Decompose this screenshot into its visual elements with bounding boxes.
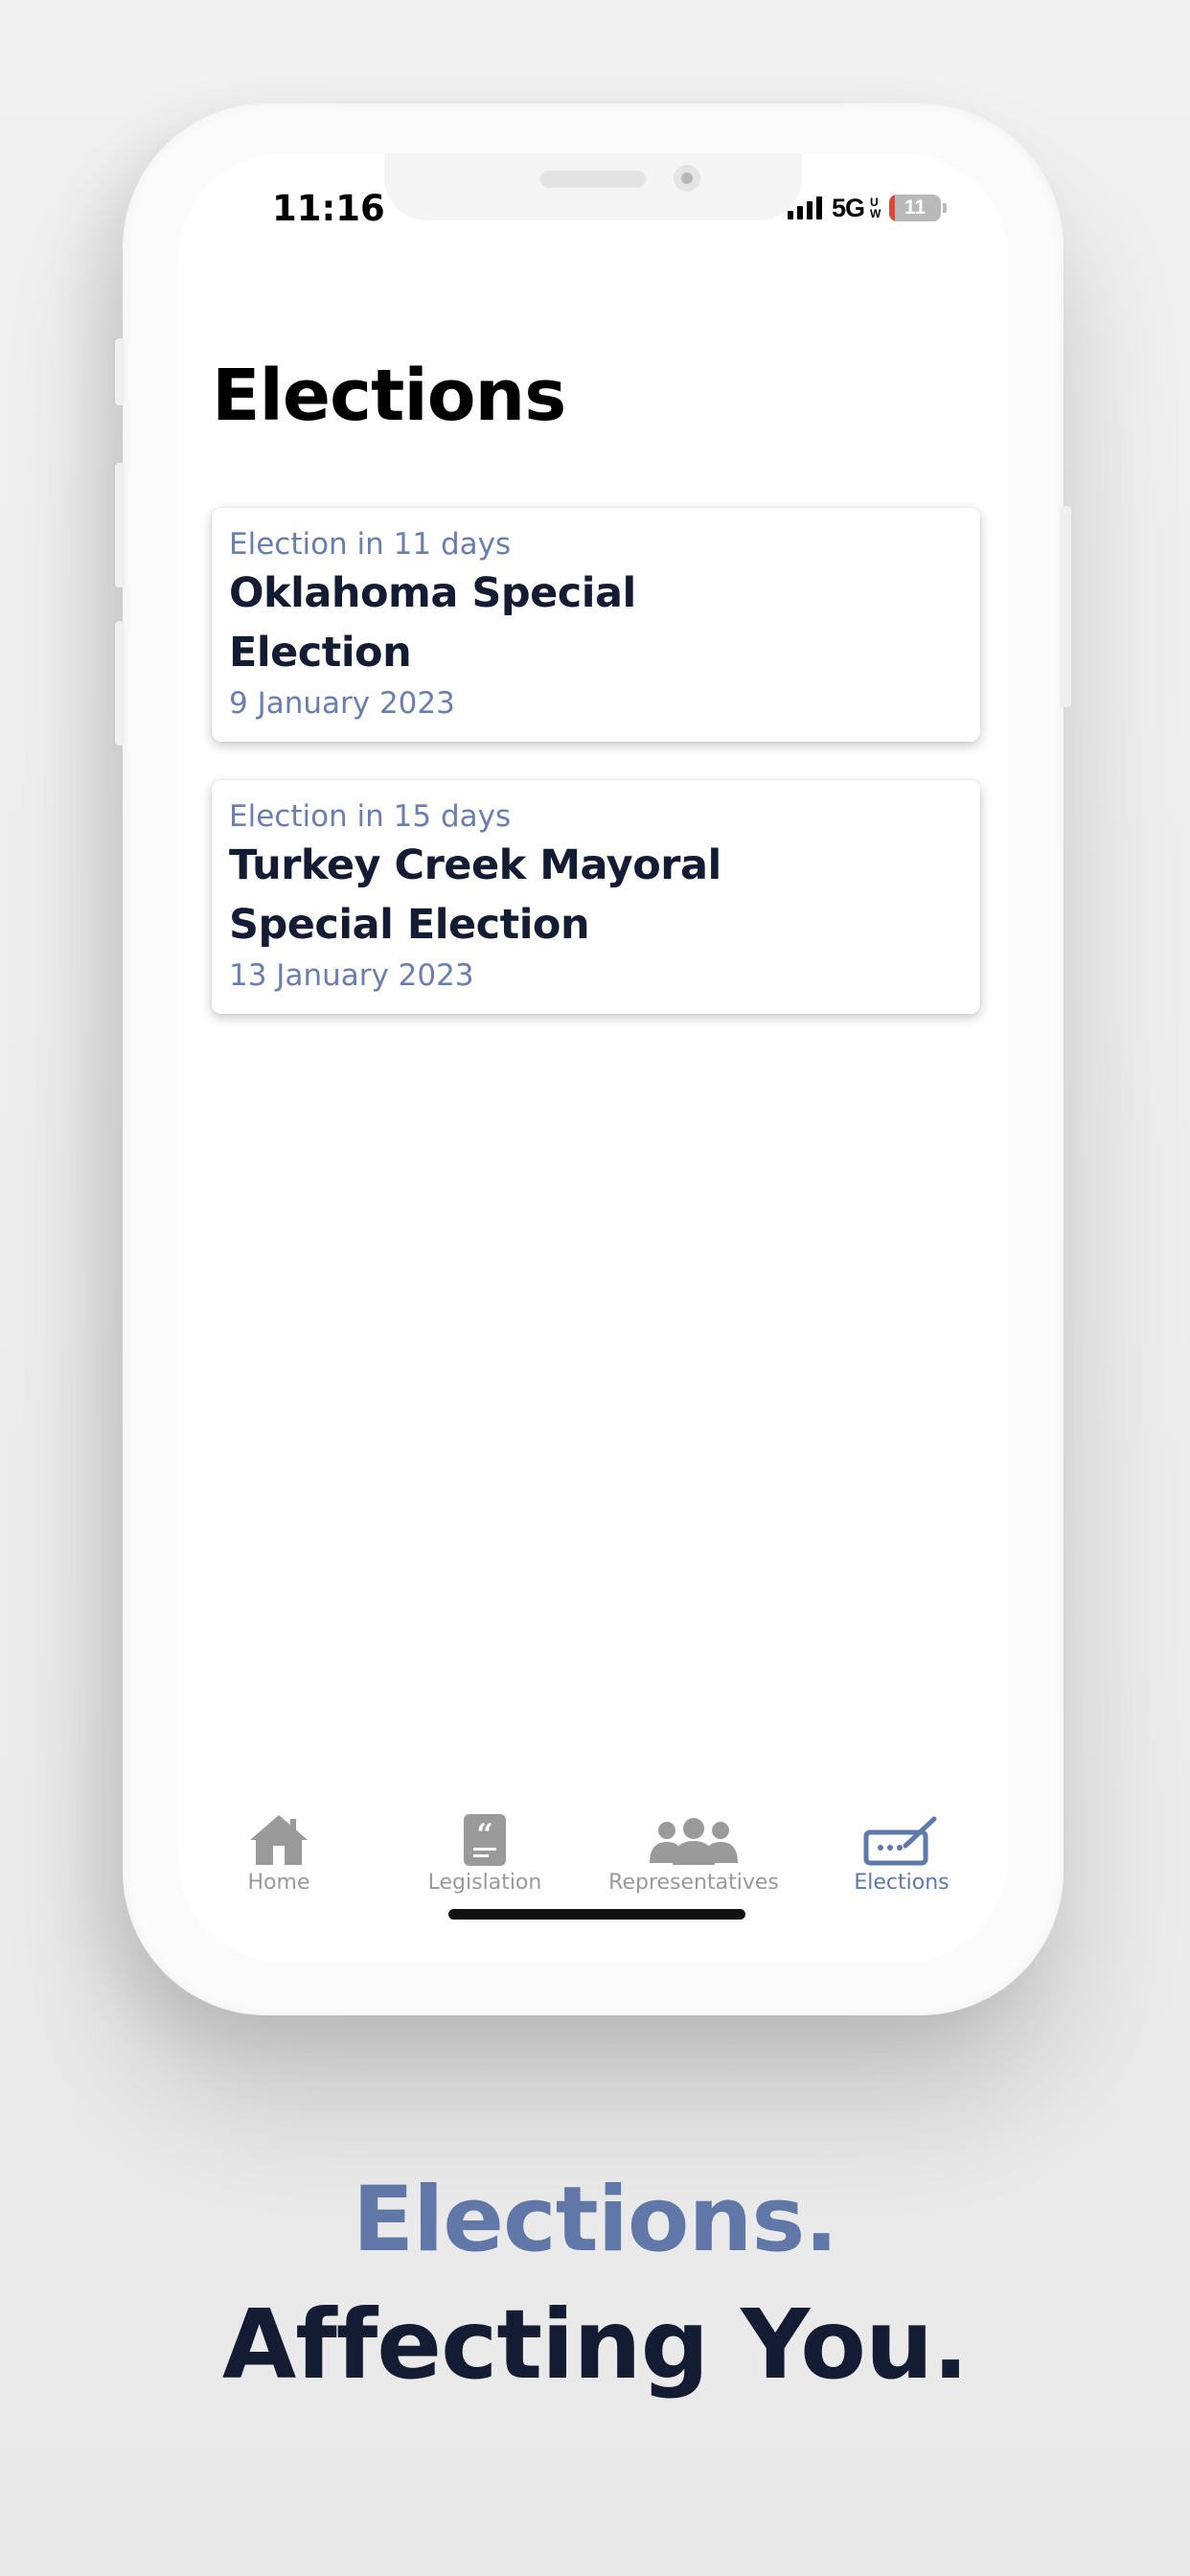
mute-switch — [115, 338, 125, 405]
status-time: 11:16 — [272, 188, 385, 229]
tab-label: Home — [247, 1871, 310, 1895]
election-name: Oklahoma Special Election — [229, 569, 636, 677]
tab-bar: Home “ Legislation Representatives Elect… — [178, 1802, 1008, 1907]
battery-icon: 11 — [889, 195, 942, 221]
election-countdown: Election in 11 days — [229, 527, 512, 562]
signal-bars-icon — [788, 196, 822, 219]
election-card[interactable]: Election in 11 days Oklahoma Special Ele… — [212, 508, 980, 742]
election-countdown: Election in 15 days — [229, 799, 512, 834]
tab-legislation[interactable]: “ Legislation — [389, 1802, 581, 1895]
volume-down-button — [115, 621, 125, 746]
page-title: Elections — [212, 355, 566, 437]
election-date: 9 January 2023 — [229, 686, 455, 721]
tab-home[interactable]: Home — [183, 1802, 375, 1895]
home-indicator[interactable] — [448, 1909, 745, 1920]
app-screen: 11:16 5G UW 11 Elections Election in 11 … — [178, 153, 1008, 1963]
phone-frame: 11:16 5G UW 11 Elections Election in 11 … — [115, 104, 1071, 2015]
speaker-grille — [540, 171, 646, 188]
status-indicators: 5G UW 11 — [788, 193, 948, 222]
power-button — [1062, 506, 1071, 707]
tab-representatives[interactable]: Representatives — [598, 1802, 790, 1895]
people-group-icon — [650, 1818, 738, 1865]
home-icon — [250, 1815, 308, 1865]
quote-document-icon: “ — [464, 1814, 506, 1866]
svg-text:“: “ — [476, 1818, 492, 1852]
notch — [384, 153, 802, 220]
election-date: 13 January 2023 — [229, 958, 474, 993]
network-suffix: UW — [870, 196, 881, 220]
tab-elections[interactable]: Elections — [806, 1802, 997, 1895]
tab-label: Legislation — [427, 1871, 542, 1895]
network-type: 5G — [832, 193, 865, 222]
election-name: Turkey Creek Mayoral Special Election — [229, 841, 721, 949]
elections-list: Election in 11 days Oklahoma Special Ele… — [212, 508, 980, 1052]
ballot-box-icon — [863, 1816, 937, 1866]
battery-level: 11 — [904, 196, 927, 218]
tagline-line1: Elections. — [352, 2168, 838, 2272]
election-card[interactable]: Election in 15 days Turkey Creek Mayoral… — [212, 780, 980, 1014]
battery-cap — [943, 203, 948, 213]
volume-up-button — [115, 463, 125, 587]
camera-icon — [674, 165, 700, 192]
tab-label: Elections — [854, 1871, 950, 1895]
tagline-line2: Affecting You. — [221, 2288, 969, 2401]
tab-label: Representatives — [608, 1871, 779, 1895]
